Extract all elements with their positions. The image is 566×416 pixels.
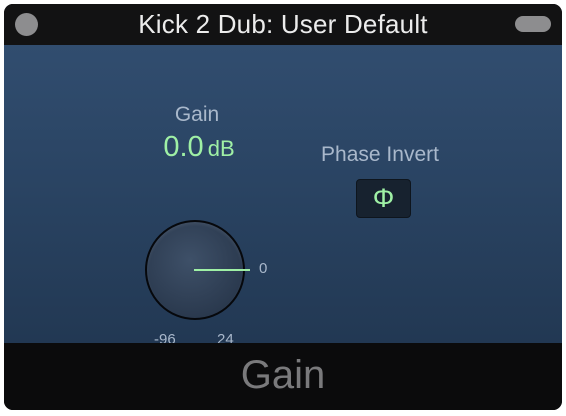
footer-parameter-label: Gain bbox=[240, 353, 326, 397]
phase-invert-icon: Φ bbox=[372, 183, 395, 213]
phase-invert-label: Phase Invert bbox=[321, 143, 439, 166]
plugin-panel: Gain 0.0 dB -96 24 0 Phase Invert Φ bbox=[4, 45, 562, 348]
gain-value: 0.0 bbox=[163, 131, 204, 163]
view-toggle-button[interactable] bbox=[515, 16, 551, 32]
title-bar: Kick 2 Dub: User Default bbox=[4, 4, 562, 45]
gain-zero-mark: 0 bbox=[259, 260, 268, 277]
plugin-window: Kick 2 Dub: User Default Gain 0.0 dB -96 … bbox=[4, 4, 562, 410]
gain-knob[interactable] bbox=[145, 220, 250, 320]
window-title: Kick 2 Dub: User Default bbox=[138, 9, 428, 39]
gain-value-display[interactable]: 0.0 dB bbox=[144, 131, 254, 164]
parameter-footer: Gain bbox=[4, 343, 562, 410]
gain-knob-indicator bbox=[194, 269, 250, 271]
gain-unit: dB bbox=[207, 136, 235, 161]
gain-label: Gain bbox=[174, 103, 220, 126]
phase-invert-button[interactable]: Φ bbox=[356, 179, 411, 218]
